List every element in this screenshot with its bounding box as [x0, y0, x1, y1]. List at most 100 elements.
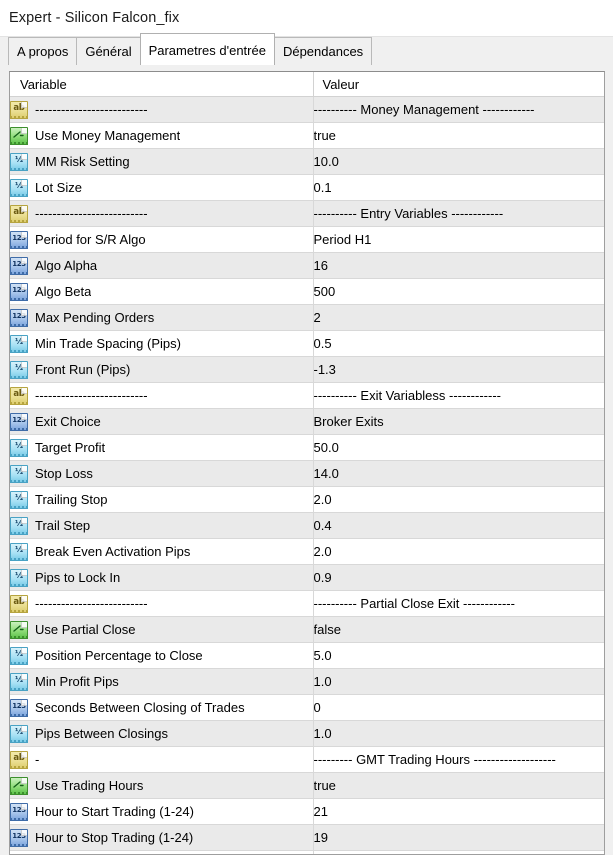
value-cell[interactable]: 0.1	[312, 174, 604, 201]
table-row[interactable]: 123 Algo Beta 500	[10, 278, 604, 305]
variable-cell[interactable]: ab --------------------------	[10, 382, 313, 409]
value-cell[interactable]: 5.0	[312, 642, 604, 669]
variable-cell[interactable]: 123 Seconds Between Closing of Trades	[10, 694, 313, 721]
table-row[interactable]: ab -------------------------- ---------- P…	[10, 590, 604, 617]
table-row[interactable]: ½ Pips Between Closings 1.0	[10, 720, 604, 747]
variable-cell[interactable]: 123 Algo Beta	[10, 278, 313, 305]
value-cell[interactable]: --------- GMT Trading Hours ------------…	[312, 746, 604, 773]
variable-cell-content: 123 Seconds Between Closing of Trades	[10, 698, 313, 717]
value-cell[interactable]: 2.0	[312, 538, 604, 565]
value-cell[interactable]: 16	[312, 252, 604, 279]
value-cell[interactable]: ---------- Partial Close Exit ----------…	[312, 590, 604, 617]
variable-cell[interactable]: ab --------------------------	[10, 590, 313, 617]
variable-cell[interactable]: Use Money Management	[10, 122, 313, 149]
variable-cell[interactable]: ½ Trail Step	[10, 512, 313, 539]
tab-3[interactable]: Dépendances	[273, 37, 373, 65]
table-row[interactable]: ½ Target Profit 50.0	[10, 434, 604, 461]
variable-cell[interactable]: 123 Max Pending Orders	[10, 304, 313, 331]
table-row[interactable]: ab -------------------------- ---------- E…	[10, 200, 604, 227]
table-row[interactable]: 123 Hour to Stop Trading (1-24) 19	[10, 824, 604, 851]
variable-cell[interactable]: ½ Front Run (Pips)	[10, 356, 313, 383]
value-cell[interactable]: true	[312, 122, 604, 149]
variable-cell[interactable]: ½ Trailing Stop	[10, 486, 313, 513]
value-cell[interactable]: 0	[312, 694, 604, 721]
variable-cell[interactable]: 123 Exit Choice	[10, 408, 313, 435]
variable-cell[interactable]: ab -	[10, 746, 313, 773]
table-row[interactable]: Use Trading Hours true	[10, 772, 604, 799]
variable-cell[interactable]: ½ Min Trade Spacing (Pips)	[10, 330, 313, 357]
table-row[interactable]: ½ Trail Step 0.4	[10, 512, 604, 539]
variable-cell[interactable]: ½ Pips Between Closings	[10, 720, 313, 747]
value-cell[interactable]: 500	[312, 278, 604, 305]
value-cell[interactable]: 1.0	[312, 720, 604, 747]
value-cell[interactable]: false	[312, 616, 604, 643]
variable-cell[interactable]: ½ Break Even Activation Pips	[10, 538, 313, 565]
variable-cell[interactable]: ab --------------------------	[10, 200, 313, 227]
value-cell[interactable]: 0.4	[312, 512, 604, 539]
table-row[interactable]: ab -------------------------- ---------- E…	[10, 382, 604, 409]
value-cell[interactable]: ---------- Exit Variabless ------------	[312, 382, 604, 409]
value-cell[interactable]: ---------- Money Management ------------	[312, 96, 604, 123]
value-cell[interactable]: 1.0	[312, 668, 604, 695]
table-row[interactable]: ½ Front Run (Pips) -1.3	[10, 356, 604, 383]
table-row[interactable]: 123 Period for S/R Algo Period H1	[10, 226, 604, 253]
variable-cell[interactable]: ½ Target Profit	[10, 434, 313, 461]
variable-cell[interactable]: 123Fiday Exit Hour (1-20)	[10, 850, 313, 854]
table-row[interactable]: 123 Seconds Between Closing of Trades 0	[10, 694, 604, 721]
table-row[interactable]: 123 Exit Choice Broker Exits	[10, 408, 604, 435]
value-cell[interactable]: -1.3	[312, 356, 604, 383]
value-cell[interactable]: Period H1	[312, 226, 604, 253]
value-cell[interactable]: 21	[312, 798, 604, 825]
variable-cell[interactable]: ½ Pips to Lock In	[10, 564, 313, 591]
table-row[interactable]: ½ Min Trade Spacing (Pips) 0.5	[10, 330, 604, 357]
value-cell[interactable]: 2.0	[312, 486, 604, 513]
value-cell[interactable]: 2	[312, 304, 604, 331]
variable-cell[interactable]: ½ MM Risk Setting	[10, 148, 313, 175]
tab-2[interactable]: Parametres d'entrée	[139, 33, 275, 65]
table-row[interactable]: ½ Position Percentage to Close 5.0	[10, 642, 604, 669]
int-type-icon: 123	[10, 412, 28, 431]
variable-cell[interactable]: 123 Algo Alpha	[10, 252, 313, 279]
variable-cell[interactable]: 123 Hour to Stop Trading (1-24)	[10, 824, 313, 851]
variable-cell[interactable]: 123 Hour to Start Trading (1-24)	[10, 798, 313, 825]
value-cell[interactable]: 0.9	[312, 564, 604, 591]
table-row[interactable]: 123 Max Pending Orders 2	[10, 304, 604, 331]
tab-0[interactable]: A propos	[8, 37, 78, 65]
value-cell[interactable]: 0.5	[312, 330, 604, 357]
parameters-table-container[interactable]: Variable Valeur ab ----------------------…	[9, 71, 605, 855]
tab-1[interactable]: Général	[76, 37, 141, 65]
table-row[interactable]: ab -------------------------- ---------- M…	[10, 96, 604, 123]
table-row[interactable]: ½ MM Risk Setting 10.0	[10, 148, 604, 175]
table-row[interactable]: Use Partial Close false	[10, 616, 604, 643]
table-row[interactable]: ½ Trailing Stop 2.0	[10, 486, 604, 513]
table-row[interactable]: ½ Break Even Activation Pips 2.0	[10, 538, 604, 565]
table-row[interactable]: ab - --------- GMT Trading Hours ---------…	[10, 746, 604, 773]
variable-cell[interactable]: ½ Min Profit Pips	[10, 668, 313, 695]
variable-cell[interactable]: Use Partial Close	[10, 616, 313, 643]
variable-cell[interactable]: 123 Period for S/R Algo	[10, 226, 313, 253]
table-row[interactable]: 123 Hour to Start Trading (1-24) 21	[10, 798, 604, 825]
table-row[interactable]: ½ Stop Loss 14.0	[10, 460, 604, 487]
value-cell[interactable]: true	[312, 772, 604, 799]
value-cell[interactable]: 19	[312, 824, 604, 851]
table-row[interactable]: ½ Lot Size 0.1	[10, 174, 604, 201]
variable-cell[interactable]: ½ Stop Loss	[10, 460, 313, 487]
value-cell[interactable]: ---------- Entry Variables ------------	[312, 200, 604, 227]
table-row[interactable]: ½ Pips to Lock In 0.9	[10, 564, 604, 591]
variable-name: Target Profit	[35, 440, 106, 455]
variable-cell[interactable]: ½ Position Percentage to Close	[10, 642, 313, 669]
table-row[interactable]: ½ Min Profit Pips 1.0	[10, 668, 604, 695]
value-cell[interactable]: Broker Exits	[312, 408, 604, 435]
column-header-value[interactable]: Valeur	[312, 72, 604, 97]
variable-cell[interactable]: ab --------------------------	[10, 96, 313, 123]
table-row[interactable]: 123 Algo Alpha 16	[10, 252, 604, 279]
value-cell[interactable]: 14.0	[312, 460, 604, 487]
table-row[interactable]: 123Fiday Exit Hour (1-20)19	[10, 850, 604, 854]
value-cell[interactable]: 19	[312, 850, 604, 854]
column-header-variable[interactable]: Variable	[10, 72, 313, 97]
variable-cell[interactable]: Use Trading Hours	[10, 772, 313, 799]
value-cell[interactable]: 10.0	[312, 148, 604, 175]
value-cell[interactable]: 50.0	[312, 434, 604, 461]
variable-cell[interactable]: ½ Lot Size	[10, 174, 313, 201]
table-row[interactable]: Use Money Management true	[10, 122, 604, 149]
